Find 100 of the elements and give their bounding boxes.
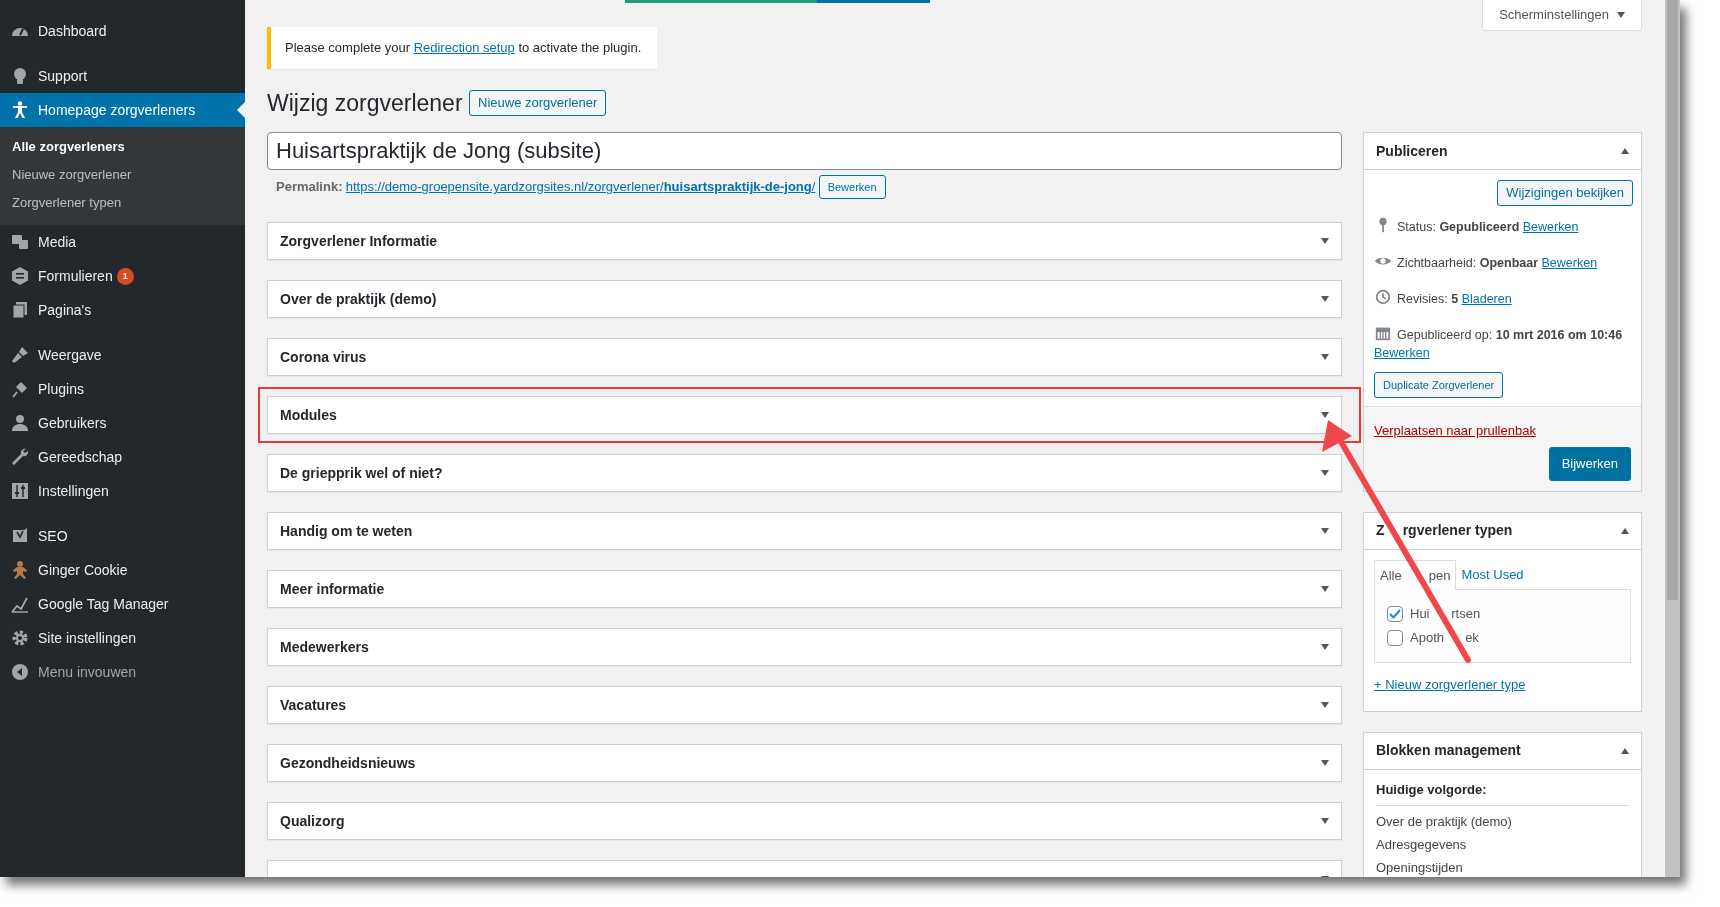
- metabox-header[interactable]: Vacatures: [267, 686, 1342, 725]
- metabox-header[interactable]: Medewerkers: [267, 628, 1342, 667]
- checkbox[interactable]: [1387, 606, 1403, 623]
- metabox-header[interactable]: Over de praktijk (demo): [267, 280, 1342, 319]
- plug-icon: [10, 379, 30, 399]
- checkbox-label: rtsen: [1451, 606, 1481, 622]
- menu-item[interactable]: Pagina's: [0, 293, 245, 327]
- metabox-title: Qualizorg: [280, 811, 345, 831]
- metabox-header[interactable]: Handig om te weten: [267, 512, 1342, 551]
- category-tab[interactable]: Most Used: [1456, 559, 1529, 591]
- toggle-icon[interactable]: [1321, 586, 1329, 593]
- redirection-setup-link[interactable]: Redirection setup: [413, 40, 515, 55]
- brush-icon: [10, 345, 30, 365]
- block-item: Over de praktijk (demo): [1376, 813, 1513, 832]
- notification-badge: 1: [116, 267, 134, 285]
- page-heading: Wijzig zorgverlener: [267, 89, 463, 118]
- submenu-item[interactable]: Zorgverlener typen: [0, 189, 245, 217]
- edit-permalink-button[interactable]: Bewerken: [818, 175, 886, 200]
- form-icon: [10, 266, 30, 286]
- edit-link[interactable]: Bewerken: [1541, 256, 1598, 271]
- metabox-title: Corona virus: [280, 347, 367, 367]
- panel-title: rgverlener typen: [1402, 522, 1513, 539]
- duplicate-button[interactable]: Duplicate Zorgverlener: [1374, 372, 1504, 399]
- title-field[interactable]: Huisartspraktijk de Jong (subsite): [267, 132, 1342, 171]
- menu-item[interactable]: Gebruikers: [0, 406, 245, 440]
- toggle-icon[interactable]: [1621, 148, 1629, 155]
- scrollbar[interactable]: [1665, 0, 1680, 877]
- user-icon: [10, 413, 30, 433]
- block-order-heading: Huidige volgorde:: [1376, 773, 1629, 807]
- menu-item[interactable]: Site instellingen: [0, 621, 245, 655]
- toggle-icon[interactable]: [1321, 644, 1329, 651]
- metabox-title: Modules: [280, 405, 337, 425]
- metabox-header[interactable]: De griepprik wel of niet?: [267, 454, 1342, 493]
- menu-item[interactable]: Formulieren 1: [0, 259, 245, 293]
- toggle-icon[interactable]: [1321, 760, 1329, 767]
- edit-link[interactable]: Bladeren: [1461, 292, 1512, 307]
- publish-info: Status: Gepubliceerd: [1397, 220, 1520, 235]
- permalink-label: Permalink:: [276, 178, 343, 197]
- metabox-title: Meer informatie: [280, 579, 385, 599]
- menu-item[interactable]: Plugins: [0, 372, 245, 406]
- edit-link[interactable]: Bewerken: [1522, 220, 1579, 235]
- publish-info: Revisies: 5: [1397, 292, 1459, 307]
- metabox-header[interactable]: Gezondheidsnieuws: [267, 744, 1342, 783]
- submenu-item[interactable]: Nieuwe zorgverlener: [0, 161, 245, 189]
- caret-icon: [1617, 12, 1625, 18]
- metabox-title: Medewerkers: [280, 637, 369, 657]
- panel-title: Publiceren: [1376, 141, 1448, 161]
- toggle-icon[interactable]: [1321, 818, 1329, 825]
- metabox-header[interactable]: Qualizorg: [267, 802, 1342, 841]
- screen-options-tab[interactable]: Scherminstellingen: [1482, 0, 1642, 31]
- menu-item[interactable]: Ginger Cookie: [0, 553, 245, 587]
- submenu-item[interactable]: Alle zorgverleners: [0, 133, 245, 161]
- toggle-icon[interactable]: [1321, 238, 1329, 245]
- menu-item[interactable]: Weergave: [0, 338, 245, 372]
- toggle-icon[interactable]: [1621, 527, 1629, 534]
- category-tab[interactable]: Alle pen: [1374, 559, 1457, 591]
- menu-item[interactable]: SEO: [0, 519, 245, 553]
- settings-icon: [10, 628, 30, 648]
- panel-title: Z: [1376, 522, 1385, 539]
- trash-link[interactable]: Verplaatsen naar prullenbak: [1374, 423, 1536, 439]
- toggle-icon[interactable]: [1321, 528, 1329, 535]
- menu-item[interactable]: Gereedschap: [0, 440, 245, 474]
- collapse-icon: [10, 662, 30, 682]
- menu-item[interactable]: Media: [0, 225, 245, 259]
- metabox-header[interactable]: Corona virus: [267, 338, 1342, 377]
- person-icon: [10, 100, 30, 120]
- metabox-title: Handig om te weten: [280, 521, 413, 541]
- checkbox[interactable]: [1387, 630, 1403, 647]
- history-icon: [1374, 288, 1392, 307]
- menu-item[interactable]: Homepage zorgverleners: [0, 93, 245, 127]
- menu-item[interactable]: Instellingen: [0, 474, 245, 508]
- publish-info: Zichtbaarheid: Openbaar: [1397, 256, 1539, 271]
- menu-item[interactable]: Dashboard: [0, 14, 245, 48]
- edit-link[interactable]: Bewerken: [1374, 346, 1430, 361]
- panel-title: Blokken management: [1376, 741, 1521, 761]
- checkbox-label: Apoth: [1410, 630, 1444, 646]
- preview-changes-button[interactable]: Wijzigingen bekijken: [1497, 180, 1633, 207]
- checkbox-label: Hui: [1410, 606, 1430, 622]
- update-button[interactable]: Bijwerken: [1548, 447, 1631, 481]
- metabox-header[interactable]: Meer informatie: [267, 570, 1342, 609]
- metabox-header[interactable]: Modules: [267, 396, 1342, 435]
- menu-item[interactable]: Google Tag Manager: [0, 587, 245, 621]
- toggle-icon[interactable]: [1321, 702, 1329, 709]
- toggle-icon[interactable]: [1621, 747, 1629, 754]
- sliders-icon: [10, 481, 30, 501]
- toggle-icon[interactable]: [1321, 470, 1329, 477]
- toggle-icon[interactable]: [1321, 354, 1329, 361]
- new-provider-button[interactable]: Nieuwe zorgverlener: [469, 90, 607, 117]
- wrench-icon: [10, 447, 30, 467]
- permalink-url[interactable]: https://demo-groepensite.yardzorgsites.nl/zorgverlener/huisartspraktijk-de-jong/: [345, 177, 816, 197]
- notice-message: Please complete your Redirection setup to activate the plugin.: [267, 27, 658, 69]
- menu-item[interactable]: Menu invouwen: [0, 655, 245, 689]
- pages-icon: [10, 300, 30, 320]
- add-type-link[interactable]: + Nieuw zorgverlener type: [1374, 675, 1526, 695]
- metabox-title: Gezondheidsnieuws: [280, 753, 416, 773]
- media-icon: [10, 232, 30, 252]
- metabox-header[interactable]: Zorgverlener Informatie: [267, 222, 1342, 261]
- toggle-icon[interactable]: [1321, 296, 1329, 303]
- publish-info: Gepubliceerd op: 10 mrt 2016 om 10:46: [1397, 328, 1623, 343]
- menu-item[interactable]: Support: [0, 59, 245, 93]
